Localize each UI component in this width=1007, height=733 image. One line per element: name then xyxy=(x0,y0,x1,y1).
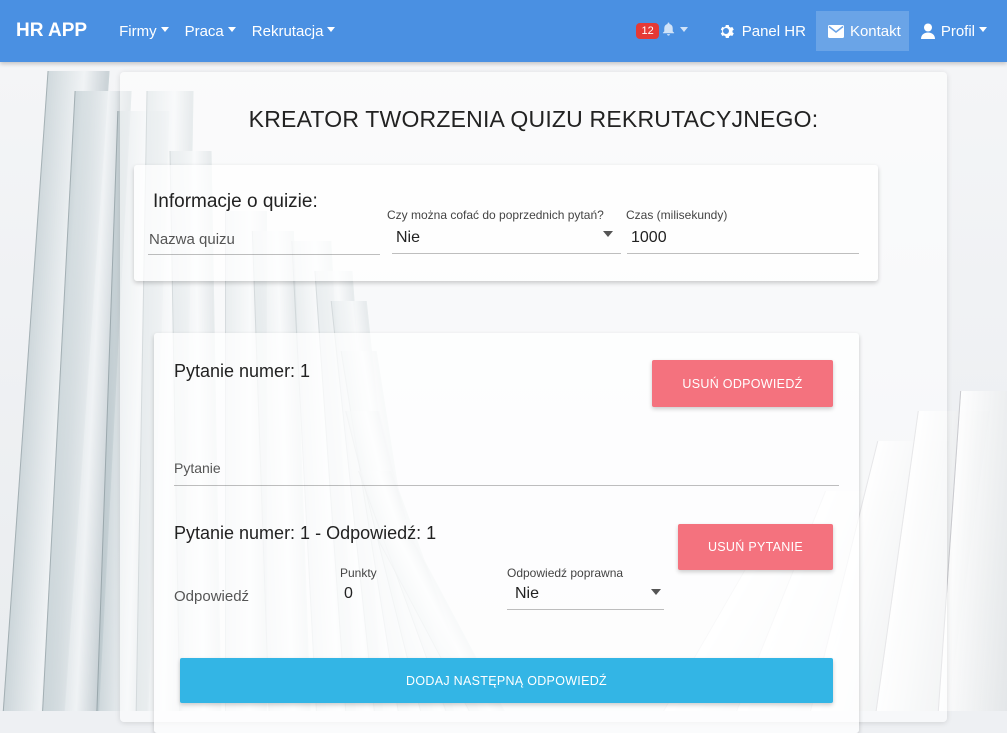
brand-logo[interactable]: HR APP xyxy=(16,20,87,42)
correct-answer-value: Nie xyxy=(515,585,540,602)
chevron-down-icon xyxy=(160,26,169,32)
answer-placeholder: Odpowiedź xyxy=(174,588,250,605)
menu-firmy-label: Firmy xyxy=(119,22,157,40)
points-label: Punkty xyxy=(340,566,377,580)
quiz-name-input[interactable]: Nazwa quizu xyxy=(148,223,380,255)
question-input[interactable]: Pytanie xyxy=(174,451,839,486)
add-answer-button[interactable]: DODAJ NASTĘPNĄ ODPOWIEDŹ xyxy=(180,658,833,703)
gear-icon xyxy=(718,23,734,39)
time-input[interactable]: 1000 xyxy=(627,225,859,254)
envelope-icon xyxy=(827,24,844,38)
profil-dropdown[interactable]: Profil xyxy=(913,11,995,51)
question-card: Pytanie numer: 1 USUŃ ODPOWIEDŹ Pytanie … xyxy=(154,333,859,733)
question-underline xyxy=(174,485,839,486)
page-title: KREATOR TWORZENIA QUIZU REKRUTACYJNEGO: xyxy=(248,106,819,132)
kontakt-label: Kontakt xyxy=(849,22,901,40)
correct-answer-label: Odpowiedź poprawna xyxy=(507,566,624,580)
quiz-info-heading: Informacje o quizie: xyxy=(153,191,318,212)
menu-rekrutacja[interactable]: Rekrutacja xyxy=(244,11,344,51)
menu-praca[interactable]: Praca xyxy=(177,11,244,51)
user-icon xyxy=(920,23,935,39)
menu-rekrutacja-label: Rekrutacja xyxy=(251,22,324,40)
answer-input[interactable]: Odpowiedź xyxy=(174,581,324,611)
kontakt-link[interactable]: Kontakt xyxy=(815,11,909,51)
chevron-down-icon xyxy=(603,231,613,237)
menu-firmy[interactable]: Firmy xyxy=(111,11,177,51)
time-value: 1000 xyxy=(631,229,667,246)
time-label: Czas (milisekundy) xyxy=(626,208,728,222)
chevron-down-icon xyxy=(227,26,236,32)
back-navigation-underline xyxy=(392,253,621,254)
top-navbar: HR APP Firmy Praca Rekrutacja 12 Panel H… xyxy=(0,0,1007,62)
panel-hr-label: Panel HR xyxy=(741,22,806,40)
profil-label: Profil xyxy=(940,22,975,40)
correct-answer-select[interactable]: Nie xyxy=(507,581,664,610)
notifications-dropdown[interactable]: 12 xyxy=(628,11,695,51)
chevron-down-icon xyxy=(327,26,336,32)
chevron-down-icon xyxy=(679,26,688,32)
question-placeholder: Pytanie xyxy=(174,460,221,476)
quiz-name-underline xyxy=(148,254,380,255)
panel-hr-link[interactable]: Panel HR xyxy=(710,11,814,51)
quiz-name-placeholder: Nazwa quizu xyxy=(149,231,235,248)
remove-question-button[interactable]: USUŃ PYTANIE xyxy=(678,524,833,570)
remove-answer-button[interactable]: USUŃ ODPOWIEDŹ xyxy=(652,360,833,407)
points-input[interactable]: 0 xyxy=(340,581,490,609)
quiz-info-card: Informacje o quizie: Nazwa quizu Czy moż… xyxy=(134,165,878,281)
menu-praca-label: Praca xyxy=(184,22,224,40)
chevron-down-icon xyxy=(651,589,661,595)
notification-badge: 12 xyxy=(636,23,659,39)
correct-answer-underline xyxy=(507,609,664,610)
points-value: 0 xyxy=(344,585,353,602)
answer-heading: Pytanie numer: 1 - Odpowiedź: 1 xyxy=(174,523,437,543)
back-navigation-label: Czy można cofać do poprzednich pytań? xyxy=(387,208,604,222)
question-number-heading: Pytanie numer: 1 xyxy=(174,361,311,381)
bell-icon xyxy=(661,21,676,41)
time-underline xyxy=(627,253,859,254)
back-navigation-value: Nie xyxy=(396,229,421,246)
chevron-down-icon xyxy=(979,26,987,32)
back-navigation-select[interactable]: Nie xyxy=(392,225,621,254)
